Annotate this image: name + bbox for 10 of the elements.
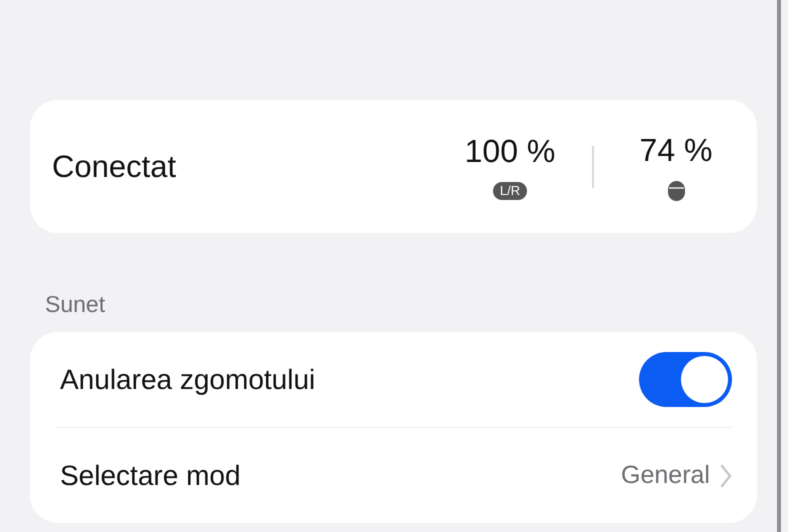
earbuds-badge: L/R — [492, 182, 528, 200]
section-title: Sunet — [45, 291, 106, 318]
case-icon — [668, 181, 684, 201]
battery-reading: 100 % — [464, 133, 556, 170]
setting-label: Anularea zgomotului — [59, 364, 316, 396]
battery-reading: 74 % — [640, 132, 712, 169]
setting-label: Selectare mod — [59, 460, 241, 492]
connection-status: Conectat — [52, 148, 176, 184]
setting-value[interactable]: General — [621, 461, 710, 490]
chevron-icon — [720, 464, 732, 488]
